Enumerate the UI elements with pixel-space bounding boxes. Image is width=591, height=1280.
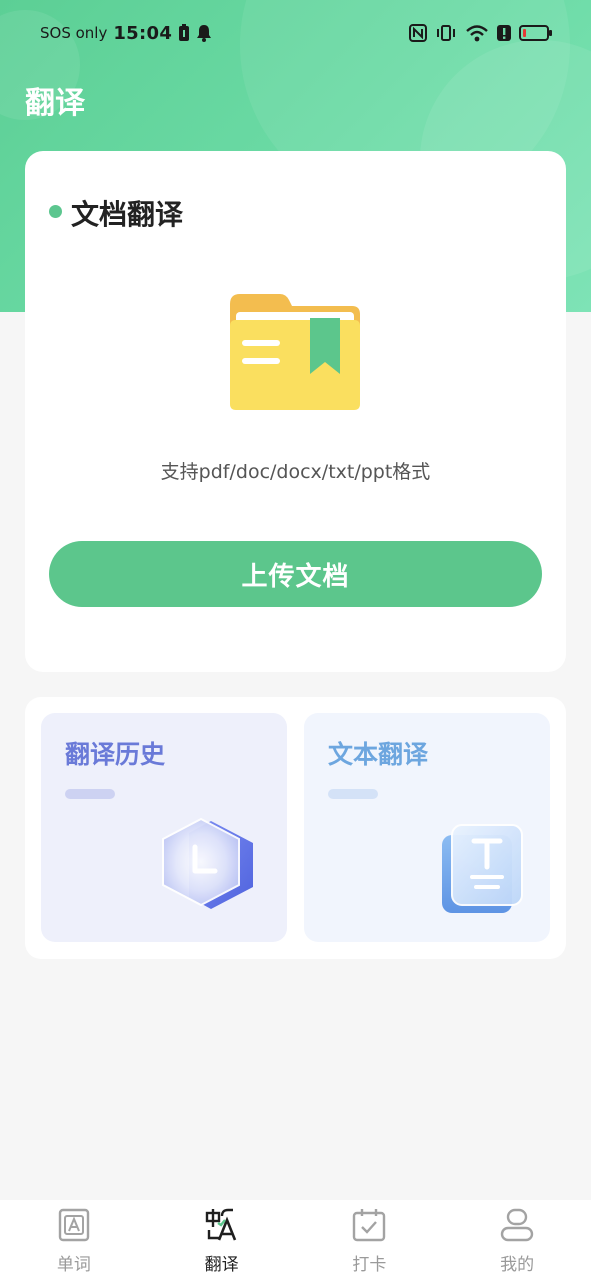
wifi-icon: [466, 25, 488, 42]
text-translate-label: 文本翻译: [328, 740, 429, 769]
translation-history-label: 翻译历史: [65, 740, 166, 769]
supported-formats-text: 支持pdf/doc/docx/txt/ppt格式: [160, 461, 431, 483]
battery-saver-icon: [179, 24, 190, 41]
text-translate-tile[interactable]: 文本翻译: [304, 713, 550, 942]
clock-hexagon-icon: [162, 817, 253, 909]
document-translate-title: 文档翻译: [71, 198, 184, 231]
battery-low-icon: [519, 25, 552, 41]
word-book-icon: [58, 1208, 90, 1242]
title-dot: [49, 205, 62, 218]
vibrate-icon: [437, 25, 455, 41]
bottom-tab-bar: 单词 翻译 打卡 我的: [0, 1200, 591, 1280]
alert-icon: [497, 25, 511, 41]
decor-bar: [65, 789, 115, 799]
tab-checkin[interactable]: 打卡: [296, 1200, 444, 1280]
tab-profile[interactable]: 我的: [443, 1200, 591, 1280]
tab-checkin-label: 打卡: [352, 1255, 387, 1275]
carrier-text: SOS only: [40, 24, 108, 42]
tab-word-label: 单词: [56, 1255, 91, 1275]
decor-bar: [328, 789, 378, 799]
translate-icon: [205, 1208, 236, 1241]
text-doc-icon: [442, 824, 523, 913]
folder-icon: [228, 292, 362, 412]
notification-bell-icon: [197, 25, 212, 42]
status-bar: SOS only 15:04: [0, 0, 591, 66]
tools-card: 翻译历史 文本翻译: [25, 697, 566, 959]
profile-icon: [500, 1208, 534, 1242]
document-translate-card: 文档翻译 支持pdf/doc/docx/txt/ppt格式 上传文档: [25, 151, 566, 672]
calendar-check-icon: [353, 1209, 386, 1242]
tab-word[interactable]: 单词: [0, 1200, 148, 1280]
tab-translate-label: 翻译: [204, 1255, 239, 1275]
upload-document-button[interactable]: 上传文档: [49, 541, 542, 607]
nfc-icon: [409, 24, 427, 42]
page-title: 翻译: [25, 86, 85, 121]
clock: 15:04: [113, 22, 173, 44]
tab-profile-label: 我的: [500, 1255, 535, 1275]
translation-history-tile[interactable]: 翻译历史: [41, 713, 287, 942]
tab-translate[interactable]: 翻译: [148, 1200, 296, 1280]
